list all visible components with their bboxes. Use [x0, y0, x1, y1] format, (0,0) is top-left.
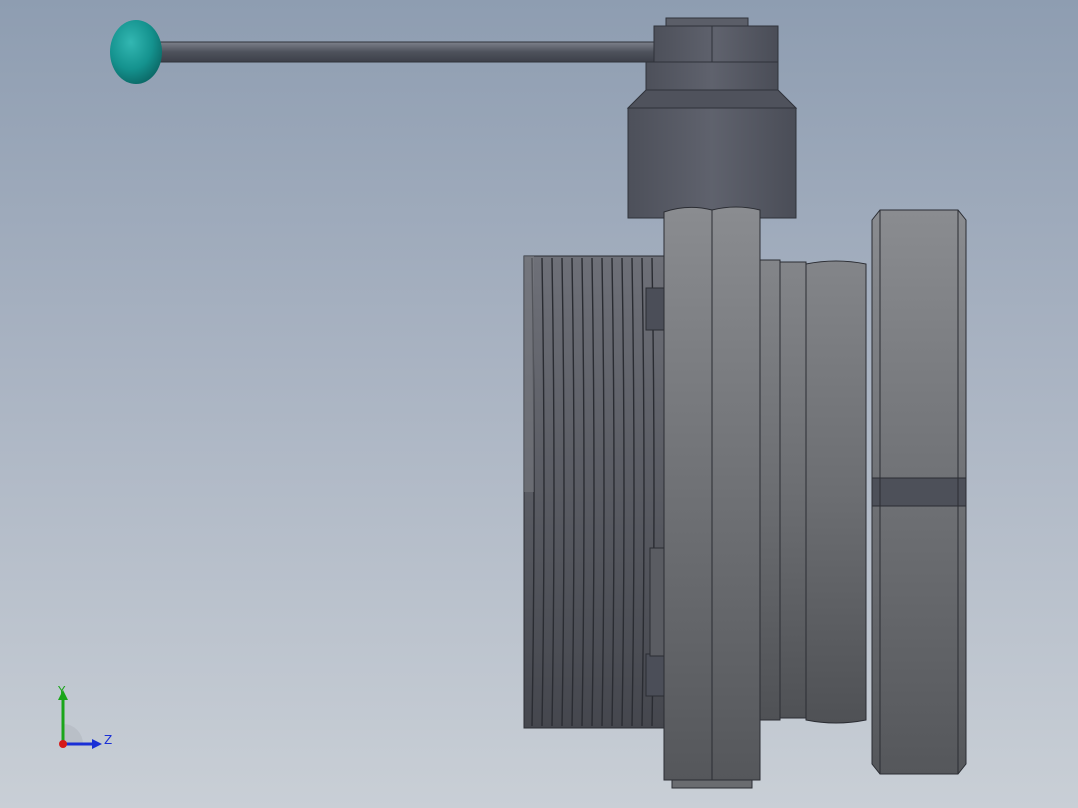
valve-body[interactable]: [759, 259, 867, 724]
graphics-viewport[interactable]: Y Z: [0, 0, 1078, 808]
wafer-flange[interactable]: [663, 206, 761, 789]
y-axis-label: Y: [57, 684, 66, 698]
threaded-connection[interactable]: [523, 255, 665, 729]
x-axis-dot: [59, 740, 67, 748]
z-axis-label: Z: [104, 733, 112, 747]
z-axis-arrow: [92, 739, 102, 749]
end-flange[interactable]: [871, 209, 967, 775]
valve-3d-model[interactable]: [0, 0, 1078, 808]
handle-lever[interactable]: [110, 20, 671, 84]
coordinate-triad: Y Z: [57, 684, 112, 749]
handle-knob: [110, 20, 162, 84]
